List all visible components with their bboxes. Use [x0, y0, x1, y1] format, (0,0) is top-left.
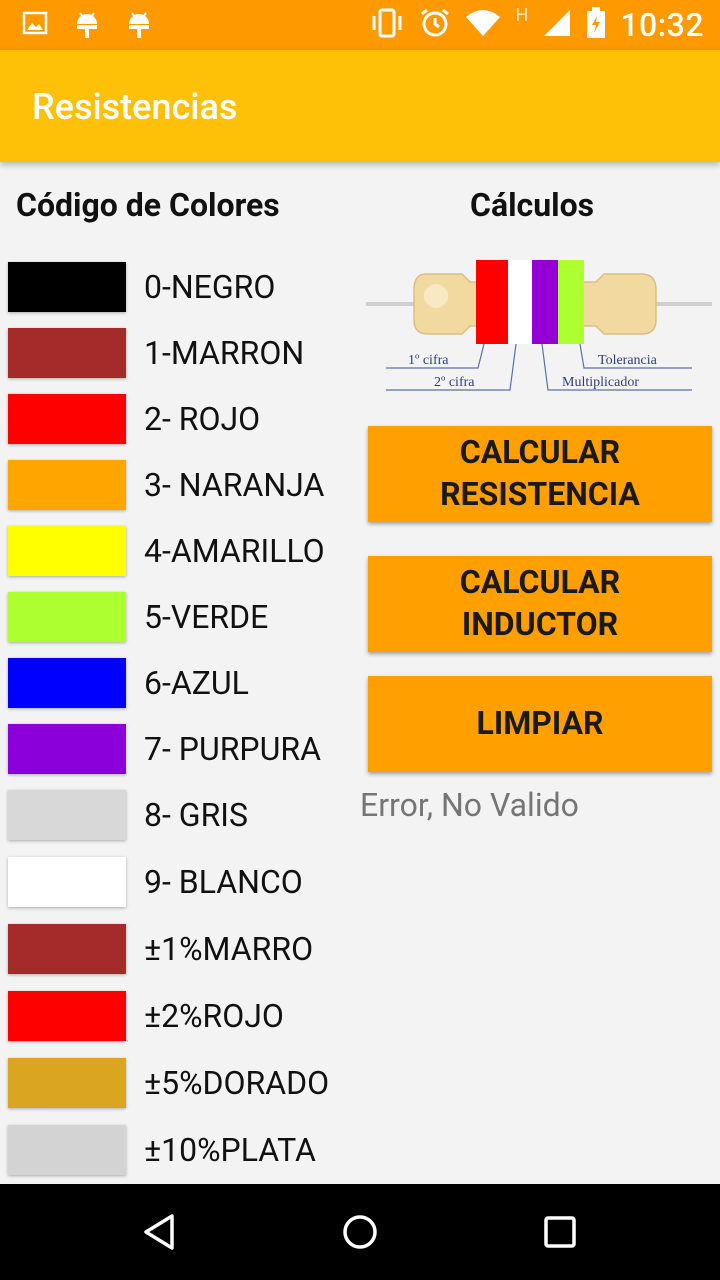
color-swatch: [8, 924, 126, 974]
color-code-item: 5-VERDE: [8, 592, 358, 642]
color-code-item: 7- PURPURA: [8, 724, 358, 774]
resistor-band-1: [476, 260, 508, 344]
color-swatch: [8, 724, 126, 774]
color-swatch: [8, 394, 126, 444]
color-code-label: 2- ROJO: [144, 400, 261, 438]
color-code-item: ±10%PLATA: [8, 1125, 358, 1175]
color-swatch: [8, 790, 126, 840]
color-code-item: 1-MARRON: [8, 328, 358, 378]
back-icon[interactable]: [112, 1184, 208, 1280]
calculate-inductor-button[interactable]: CALCULAR INDUCTOR: [368, 556, 712, 652]
color-code-label: 9- BLANCO: [144, 863, 303, 901]
color-code-label: ±2%ROJO: [144, 997, 284, 1035]
status-bar: H 10:32: [0, 0, 720, 50]
color-code-label: 0-NEGRO: [144, 268, 276, 306]
alarm-icon: [419, 7, 451, 43]
color-code-label: 3- NARANJA: [144, 466, 325, 504]
color-code-item: 6-AZUL: [8, 658, 358, 708]
resistor-band-4: [558, 260, 584, 344]
app-title: Resistencias: [32, 86, 238, 128]
android-icon: [126, 10, 152, 44]
color-swatch: [8, 262, 126, 312]
color-code-item: ±2%ROJO: [8, 991, 358, 1041]
result-text: Error, No Valido: [360, 786, 579, 824]
color-code-label: ±5%DORADO: [144, 1064, 330, 1102]
resistor-diagram: 1º cifra 2º cifra Multiplicador Toleranc…: [366, 250, 712, 400]
calculations-heading: Cálculos: [470, 186, 595, 224]
image-icon: [22, 10, 48, 44]
navigation-bar: [0, 1184, 720, 1280]
calculate-resistance-button[interactable]: CALCULAR RESISTENCIA: [368, 426, 712, 522]
app-bar: Resistencias: [0, 50, 720, 162]
color-code-item: 4-AMARILLO: [8, 526, 358, 576]
color-swatch: [8, 857, 126, 907]
color-swatch: [8, 658, 126, 708]
network-type-label: H: [515, 4, 529, 26]
clear-button[interactable]: LIMPIAR: [368, 676, 712, 772]
color-code-item: 0-NEGRO: [8, 262, 358, 312]
color-code-label: 6-AZUL: [144, 664, 249, 702]
wifi-icon: [465, 9, 501, 41]
battery-icon: [586, 7, 606, 43]
color-swatch: [8, 991, 126, 1041]
color-swatch: [8, 526, 126, 576]
home-icon[interactable]: [312, 1184, 408, 1280]
android-icon: [74, 10, 100, 44]
resistor-band-3: [532, 260, 558, 344]
color-swatch: [8, 460, 126, 510]
color-code-item: 3- NARANJA: [8, 460, 358, 510]
color-swatch: [8, 1058, 126, 1108]
color-code-item: 8- GRIS: [8, 790, 358, 840]
color-code-item: ±1%MARRO: [8, 924, 358, 974]
color-code-item: 2- ROJO: [8, 394, 358, 444]
color-swatch: [8, 328, 126, 378]
color-code-item: ±5%DORADO: [8, 1058, 358, 1108]
second-digit-label: 2º cifra: [434, 375, 475, 390]
color-swatch: [8, 1125, 126, 1175]
color-code-heading: Código de Colores: [16, 186, 280, 224]
color-code-label: 4-AMARILLO: [144, 532, 325, 570]
vibrate-icon: [369, 8, 405, 42]
clock-time: 10:32: [620, 6, 704, 44]
color-code-label: 8- GRIS: [144, 796, 248, 834]
color-swatch: [8, 592, 126, 642]
color-code-label: 1-MARRON: [144, 334, 305, 372]
color-code-label: ±10%PLATA: [144, 1131, 316, 1169]
tolerance-label: Tolerancia: [598, 353, 658, 368]
resistor-band-2: [508, 260, 532, 344]
color-code-item: 9- BLANCO: [8, 857, 358, 907]
color-code-label: 5-VERDE: [144, 598, 269, 636]
recents-icon[interactable]: [512, 1184, 608, 1280]
first-digit-label: 1º cifra: [408, 353, 449, 368]
color-code-label: ±1%MARRO: [144, 930, 314, 968]
signal-icon: [542, 8, 572, 42]
color-code-label: 7- PURPURA: [144, 730, 321, 768]
multiplier-label: Multiplicador: [562, 375, 639, 390]
